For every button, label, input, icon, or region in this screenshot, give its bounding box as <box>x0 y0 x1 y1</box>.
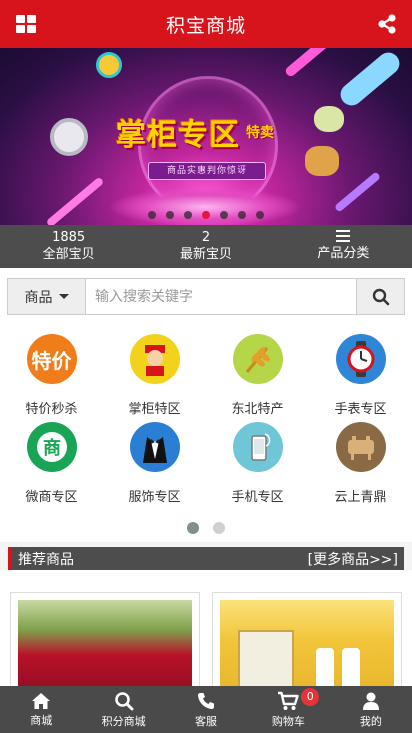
promo-banner[interactable]: 掌柜专区 特卖 商品实惠判你惊讶 <box>0 48 412 225</box>
banner-pagination[interactable] <box>0 211 412 219</box>
banner-dot[interactable] <box>256 211 264 219</box>
search-bar: 商品 <box>0 268 412 324</box>
category-label: 服饰专区 <box>128 490 181 505</box>
category-item[interactable]: 东北特产 <box>206 334 309 417</box>
wheat-icon <box>232 334 283 384</box>
category-label: 手表专区 <box>334 402 387 417</box>
category-pagination[interactable] <box>187 522 225 534</box>
nav-points-mall[interactable]: 积分商城 <box>82 686 164 733</box>
category-label: 云上青鼎 <box>334 490 387 505</box>
bottom-nav: 商城 积分商城 客服 购物车 0 我的 <box>0 686 412 733</box>
category-item[interactable]: 服饰专区 <box>103 422 206 505</box>
product-card[interactable] <box>10 592 200 692</box>
category-item[interactable]: 掌柜特区 <box>103 334 206 417</box>
search-icon <box>372 288 389 305</box>
banner-dot[interactable] <box>220 211 228 219</box>
page-title: 积宝商城 <box>165 14 246 37</box>
watch-decoration-icon <box>50 118 88 156</box>
pager-dot[interactable] <box>187 522 199 534</box>
home-icon <box>32 692 51 709</box>
category-label: 东北特产 <box>231 402 284 417</box>
tuxedo-icon <box>129 422 180 472</box>
stat-new-items[interactable]: 2 最新宝贝 <box>137 225 274 268</box>
phone-icon <box>198 692 215 709</box>
category-item[interactable]: 商微商专区 <box>0 422 103 505</box>
stat-all-items[interactable]: 1885 全部宝贝 <box>0 225 137 268</box>
banner-dot[interactable] <box>184 211 192 219</box>
product-list <box>0 570 412 692</box>
price-tag-icon: 特价 <box>26 334 77 384</box>
search-category-dropdown[interactable]: 商品 <box>8 279 86 314</box>
category-label: 手机专区 <box>231 490 284 505</box>
shopkeeper-icon <box>129 334 180 384</box>
recommend-header: 推荐商品 [更多商品>>] <box>8 547 404 570</box>
banner-dot[interactable] <box>238 211 246 219</box>
search-input[interactable] <box>86 279 356 314</box>
category-grid: 特价 特价秒杀 掌柜特区 东北特产 手表专区商微商专区 服饰专区 手机专区 云上青鼎 <box>0 324 412 542</box>
pager-dot[interactable] <box>213 522 225 534</box>
cart-icon <box>278 691 300 710</box>
category-item[interactable]: 手表专区 <box>309 334 412 417</box>
product-card[interactable] <box>212 592 402 692</box>
product-image <box>18 600 192 691</box>
stat-categories[interactable]: 产品分类 <box>275 225 412 268</box>
category-label: 特价秒杀 <box>25 402 78 417</box>
caret-down-icon <box>58 294 69 299</box>
stats-bar: 1885 全部宝贝 2 最新宝贝 产品分类 <box>0 225 412 268</box>
food-decoration-icon <box>305 146 339 176</box>
nav-customer-service[interactable]: 客服 <box>165 686 247 733</box>
phone-icon <box>232 422 283 472</box>
user-icon <box>362 692 379 710</box>
app-header: 积宝商城 <box>0 0 412 48</box>
bronze-ding-icon <box>335 422 386 472</box>
cart-count-badge: 0 <box>301 688 320 706</box>
share-icon[interactable] <box>376 13 398 35</box>
clock-icon <box>335 334 386 384</box>
nav-cart[interactable]: 购物车 0 <box>247 686 329 733</box>
category-item[interactable]: 特价 特价秒杀 <box>0 334 103 417</box>
nav-home[interactable]: 商城 <box>0 686 82 733</box>
banner-tag: 特卖 <box>246 125 274 141</box>
banner-dot[interactable] <box>148 211 156 219</box>
merchant-icon: 商 <box>26 422 77 472</box>
nav-profile[interactable]: 我的 <box>330 686 412 733</box>
banner-dot[interactable] <box>202 211 210 219</box>
banner-dot[interactable] <box>166 211 174 219</box>
snack-decoration-icon <box>314 106 344 132</box>
list-icon <box>336 230 351 242</box>
recommend-title: 推荐商品 <box>18 551 74 568</box>
category-item[interactable]: 手机专区 <box>206 422 309 505</box>
search-button[interactable] <box>356 279 404 314</box>
banner-headline: 掌柜专区 <box>116 118 240 153</box>
svg-text:商: 商 <box>43 437 61 459</box>
coin-decoration-icon <box>96 52 122 78</box>
category-label: 掌柜特区 <box>128 402 181 417</box>
category-label: 微商专区 <box>25 490 78 505</box>
banner-ribbon: 商品实惠判你惊讶 <box>148 162 266 180</box>
more-products-link[interactable]: [更多商品>>] <box>308 549 404 569</box>
grid-menu-icon[interactable] <box>16 15 36 33</box>
product-image <box>220 600 394 691</box>
search-icon <box>114 691 134 710</box>
category-item[interactable]: 云上青鼎 <box>309 422 412 505</box>
